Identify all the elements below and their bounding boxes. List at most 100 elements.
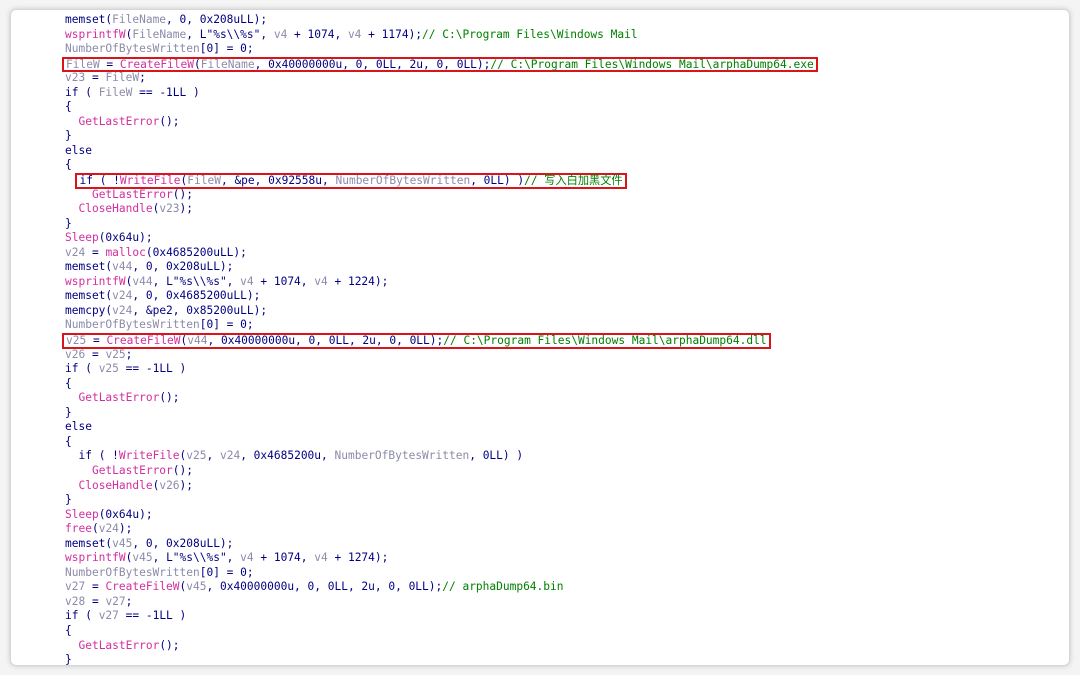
code-function: CreateFileW (106, 334, 181, 348)
code-variable: v45 (112, 536, 133, 550)
code-line: v25 = CreateFileW(v44, 0x40000000u, 0, 0… (62, 333, 818, 349)
code-variable: FileW (187, 174, 221, 188)
code-function: GetLastError (78, 391, 160, 405)
code-variable: v27 (65, 580, 86, 594)
code-text: , 0, 0x208uLL); (132, 260, 234, 274)
code-variable: v27 (105, 594, 126, 608)
code-line: if ( v27 == -1LL ) (65, 609, 818, 624)
code-comment: // C:\Program Files\Windows Mail\arphaDu… (443, 334, 767, 348)
code-text: ( (91, 522, 99, 536)
code-variable: NumberOfBytesWritten (65, 42, 200, 56)
code-line: GetLastError(); (65, 391, 818, 406)
code-function: CreateFileW (105, 580, 180, 594)
code-text: , L"%s\\%s", (152, 274, 241, 288)
code-text: ; (139, 71, 146, 85)
code-variable: v25 (98, 362, 119, 376)
code-variable: v28 (65, 594, 86, 608)
code-variable: NumberOfBytesWritten (65, 565, 200, 579)
code-line: GetLastError(); (65, 115, 818, 130)
code-text: } (65, 216, 72, 230)
code-variable: v27 (98, 609, 119, 623)
code-text: , 0x40000000u, 0, 0LL, 2u, 0, 0LL); (254, 57, 491, 71)
code-line: wsprintfW(v45, L"%s\\%s", v4 + 1074, v4 … (65, 551, 818, 566)
code-line: Sleep(0x64u); (65, 508, 818, 523)
code-line: if ( FileW == -1LL ) (65, 86, 818, 101)
code-screenshot-frame: memset(FileName, 0, 0x208uLL); wsprintfW(… (10, 9, 1070, 666)
code-function: wsprintfW (65, 274, 126, 288)
code-variable: v24 (65, 245, 86, 259)
code-text: if ( (65, 609, 99, 623)
code-line: else (65, 420, 818, 435)
code-line: wsprintfW(FileName, L"%s\\%s", v4 + 1074… (65, 28, 818, 43)
code-comment: // arphaDump64.bin (442, 580, 564, 594)
code-text: (); (172, 463, 193, 477)
code-variable: FileW (98, 85, 133, 99)
code-variable: v26 (65, 347, 86, 361)
code-line: memset(FileName, 0, 0x208uLL); (65, 13, 818, 28)
code-text: , (206, 449, 220, 463)
code-line: { (65, 377, 818, 392)
code-text: { (65, 158, 72, 172)
code-line: } (65, 653, 818, 666)
code-variable: FileW (105, 71, 140, 85)
code-text: if ( (65, 362, 99, 376)
code-text: = (85, 594, 106, 608)
code-variable: v44 (112, 260, 133, 274)
code-line: else (65, 144, 818, 159)
code-variable: v26 (159, 478, 180, 492)
code-line: CloseHandle(v26); (65, 479, 818, 494)
code-text: ; (125, 594, 133, 608)
code-line: if ( !WriteFile(FileW, &pe, 0x92558u, Nu… (65, 173, 818, 189)
code-text: [0] = 0; (199, 565, 254, 579)
code-text: == -1LL ) (118, 362, 187, 376)
code-function: WriteFile (119, 174, 181, 188)
code-text: , L"%s\\%s", (186, 27, 274, 41)
code-text: + 1074, (287, 27, 348, 41)
code-line: v23 = FileW; (65, 71, 818, 86)
code-line: NumberOfBytesWritten[0] = 0; (65, 566, 818, 581)
code-text: else (65, 143, 92, 157)
code-variable: v24 (98, 522, 119, 536)
code-text: memcpy( (65, 303, 113, 317)
code-text: , &pe2, 0x85200uLL); (132, 303, 268, 317)
highlight-box: v25 = CreateFileW(v44, 0x40000000u, 0, 0… (62, 333, 771, 349)
code-text: + 1074, (253, 274, 315, 288)
code-function: GetLastError (78, 114, 160, 128)
code-text: } (65, 129, 72, 143)
code-line: v27 = CreateFileW(v45, 0x40000000u, 0, 0… (65, 580, 818, 595)
code-text: , 0, 0x208uLL); (132, 536, 234, 550)
code-function: Sleep (65, 231, 99, 245)
code-text: = (85, 580, 106, 594)
decompiled-code-view: memset(FileName, 0, 0x208uLL); wsprintfW(… (62, 13, 818, 666)
code-function: GetLastError (91, 463, 173, 477)
code-text: + 1274); (327, 551, 389, 565)
code-text: (); (159, 114, 180, 128)
code-function: wsprintfW (65, 27, 126, 41)
code-text: ); (118, 522, 133, 536)
code-text: ); (179, 478, 194, 492)
code-variable: NumberOfBytesWritten (334, 449, 470, 463)
code-text: (0x4685200uLL); (145, 245, 247, 259)
code-variable: FileW (66, 57, 100, 71)
code-text: } (65, 653, 72, 666)
code-line: NumberOfBytesWritten[0] = 0; (65, 42, 818, 57)
highlight-box: if ( !WriteFile(FileW, &pe, 0x92558u, Nu… (75, 173, 627, 189)
code-variable: v24 (112, 289, 133, 303)
code-line: memset(v24, 0, 0x4685200uLL); (65, 289, 818, 304)
code-variable: v4 (314, 274, 328, 288)
code-text: if ( ! (79, 174, 120, 188)
code-variable: FileName (132, 27, 187, 41)
code-text: (); (159, 638, 180, 652)
code-text: , 0x4685200u, (240, 449, 335, 463)
code-text: == -1LL ) (118, 609, 187, 623)
code-text: + 1174); (361, 27, 423, 41)
code-line: v24 = malloc(0x4685200uLL); (65, 246, 818, 261)
code-function: CloseHandle (78, 478, 153, 492)
code-text: , 0, 0x4685200uLL); (132, 289, 261, 303)
code-variable: FileName (112, 13, 167, 26)
code-text: , 0, 0x208uLL); (166, 13, 268, 26)
code-line: CloseHandle(v23); (65, 202, 818, 217)
